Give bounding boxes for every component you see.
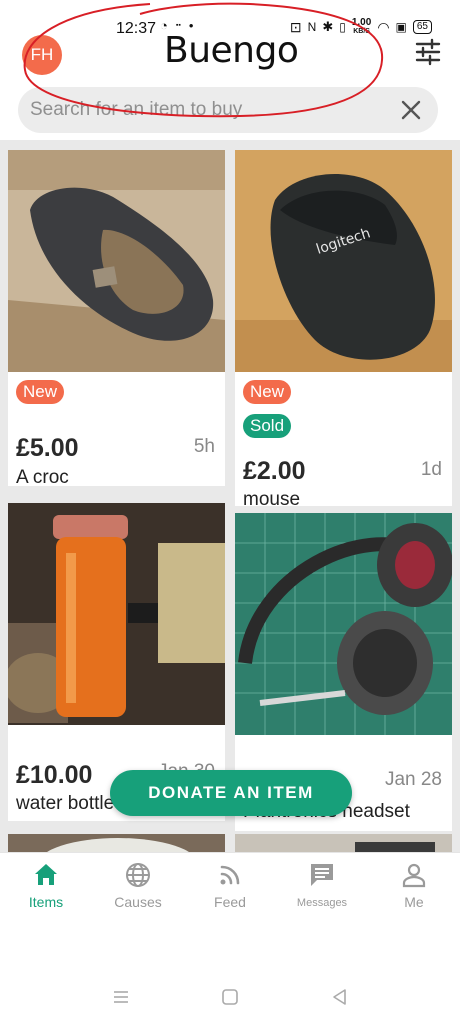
message-icon: [311, 864, 333, 886]
system-navigation-bar: [0, 972, 460, 1024]
donate-item-button[interactable]: DONATE AN ITEM: [110, 770, 352, 816]
recents-menu-icon[interactable]: [110, 986, 132, 1008]
close-icon[interactable]: [400, 99, 422, 121]
nav-tab-messages[interactable]: Messages: [282, 861, 362, 909]
sim-icon: ▣: [395, 20, 407, 34]
nav-tab-items[interactable]: Items: [6, 861, 86, 910]
bluetooth-icon: ✱: [322, 19, 334, 34]
item-title: water bottle: [16, 793, 115, 814]
app-logo: Buengo: [164, 30, 299, 71]
items-grid: New £5.00 5h A croc logitech New Sold £2…: [0, 140, 460, 852]
nfc-icon: N: [307, 20, 317, 34]
back-triangle-icon[interactable]: [329, 986, 351, 1008]
item-price: £5.00: [16, 434, 79, 462]
nav-label-items: Items: [28, 894, 64, 910]
nav-tab-me[interactable]: Me: [374, 861, 454, 910]
rss-feed-icon: [220, 865, 240, 885]
app-header: 12:37 ◔ ▪▪ • ⊡ N ✱ ▯ 1.00 KB/S ◠ ▣ 65 FH…: [0, 0, 460, 140]
status-system-icons: ⊡ N ✱ ▯ 1.00 KB/S ◠ ▣ 65: [290, 18, 432, 36]
item-time: 5h: [193, 436, 215, 457]
item-price: £10.00: [16, 761, 93, 789]
item-image-water-bottle: [8, 503, 225, 725]
vibrate-icon: ▯: [339, 20, 346, 34]
battery-icon: 65: [412, 20, 432, 34]
network-speed-unit: KB/S: [353, 28, 370, 35]
home-square-icon[interactable]: [219, 986, 241, 1008]
search-input[interactable]: [30, 95, 390, 125]
item-image-mouse: logitech: [235, 150, 452, 372]
item-price: £2.00: [243, 457, 306, 485]
item-title: mouse: [243, 489, 301, 506]
avatar[interactable]: FH: [22, 35, 62, 75]
filter-sliders-icon[interactable]: [414, 38, 442, 66]
item-image-partial: [8, 834, 225, 852]
item-card[interactable]: [235, 834, 452, 852]
sold-badge: Sold: [243, 414, 292, 438]
person-icon: [402, 863, 426, 888]
item-image-slipper: [8, 150, 225, 372]
item-image-partial: [235, 834, 452, 852]
status-time: 12:37: [116, 20, 157, 37]
nav-label-causes: Causes: [114, 894, 162, 910]
news-icon: ▪▪: [175, 22, 181, 29]
item-time: 1d: [420, 459, 442, 480]
globe-icon: [126, 863, 150, 887]
item-card[interactable]: [8, 834, 225, 852]
search-bar: [18, 87, 438, 133]
item-card[interactable]: logitech New Sold £2.00 1d mouse: [235, 150, 452, 506]
network-speed: 1.00 KB/S: [352, 18, 371, 36]
item-image-headset: [235, 513, 452, 735]
nav-label-me: Me: [404, 894, 424, 910]
wifi-icon: ◠: [377, 18, 390, 35]
item-card[interactable]: New £5.00 5h A croc: [8, 150, 225, 486]
new-badge: New: [243, 380, 292, 404]
nav-label-feed: Feed: [214, 894, 246, 910]
bottom-navigation: Items Causes Feed Messages Me: [0, 852, 460, 926]
nav-tab-causes[interactable]: Causes: [98, 861, 178, 910]
new-badge: New: [16, 380, 65, 404]
nav-tab-feed[interactable]: Feed: [190, 861, 270, 910]
item-time: Jan 28: [384, 769, 442, 790]
nav-label-messages: Messages: [296, 897, 348, 909]
home-icon: [35, 864, 57, 885]
item-title: A croc: [16, 467, 69, 486]
network-speed-value: 1.00: [351, 17, 372, 28]
